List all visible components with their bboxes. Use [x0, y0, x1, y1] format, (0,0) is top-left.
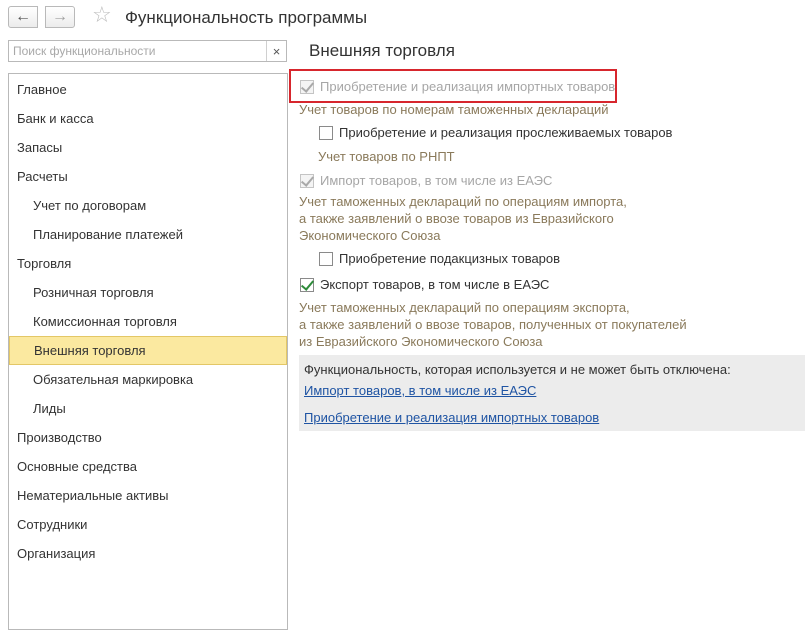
locked-features-panel: Функциональность, которая используется и…: [299, 355, 805, 431]
sidebar-item[interactable]: Лиды: [9, 394, 287, 423]
back-button[interactable]: ←: [8, 6, 38, 28]
sidebar-item[interactable]: Учет по договорам: [9, 191, 287, 220]
option-hint-line: Учет таможенных деклараций по операциям …: [299, 300, 630, 315]
sidebar-item[interactable]: Торговля: [9, 249, 287, 278]
option-label: Приобретение подакцизных товаров: [339, 251, 561, 266]
sections-list: Главное Банк и касса Запасы Расчеты Учет по …: [8, 73, 288, 630]
sidebar-item[interactable]: Сотрудники: [9, 510, 287, 539]
sidebar-item[interactable]: Розничная торговля: [9, 278, 287, 307]
sidebar-item[interactable]: Запасы: [9, 133, 287, 162]
sidebar-item[interactable]: Главное: [9, 75, 287, 104]
sidebar-item[interactable]: Расчеты: [9, 162, 287, 191]
option-traceable-goods[interactable]: Приобретение и реализация прослеживаемых…: [319, 125, 672, 140]
option-hint: Учет товаров по РНПТ: [318, 149, 455, 164]
arrow-right-icon: →: [52, 8, 68, 25]
option-hint-line: из Евразийского Экономического Союза: [299, 334, 543, 349]
forward-button[interactable]: →: [45, 6, 75, 28]
arrow-left-icon: ←: [15, 8, 31, 25]
checkbox-import-eaeu[interactable]: [300, 173, 314, 188]
section-title: Внешняя торговля: [309, 41, 455, 60]
option-label: Экспорт товаров, в том числе в ЕАЭС: [320, 277, 550, 292]
checkbox-export-eaeu[interactable]: [300, 277, 314, 292]
option-import-goods[interactable]: Приобретение и реализация импортных това…: [300, 79, 615, 94]
sidebar-item[interactable]: Обязательная маркировка: [9, 365, 287, 394]
sidebar-item[interactable]: Комиссионная торговля: [9, 307, 287, 336]
window-title: Функциональность программы: [125, 8, 368, 27]
sidebar-item[interactable]: Производство: [9, 423, 287, 452]
option-hint: Учет товаров по номерам таможенных декла…: [299, 102, 609, 117]
search-field[interactable]: ×: [8, 40, 287, 62]
favorite-star-icon[interactable]: ☆: [92, 4, 112, 26]
link-import-eaeu[interactable]: Импорт товаров, в том числе из ЕАЭС: [304, 383, 536, 398]
option-hint-line: а также заявлений о ввозе товаров из Евр…: [299, 211, 614, 226]
option-hint-line: Экономического Союза: [299, 228, 441, 243]
option-label: Приобретение и реализация прослеживаемых…: [339, 125, 673, 140]
option-hint-line: Учет таможенных деклараций по операциям …: [299, 194, 627, 209]
sidebar-item[interactable]: Банк и касса: [9, 104, 287, 133]
sidebar-item[interactable]: Планирование платежей: [9, 220, 287, 249]
option-label: Приобретение и реализация импортных това…: [320, 79, 616, 94]
checkbox-traceable-goods[interactable]: [319, 125, 333, 140]
link-import-goods[interactable]: Приобретение и реализация импортных това…: [304, 410, 599, 425]
option-export-eaeu[interactable]: Экспорт товаров, в том числе в ЕАЭС: [300, 277, 549, 292]
sidebar-item[interactable]: Внешняя торговля: [9, 336, 287, 365]
checkbox-import-goods[interactable]: [300, 79, 314, 94]
option-hint-line: а также заявлений о ввозе товаров, получ…: [299, 317, 687, 332]
clear-icon[interactable]: ×: [266, 41, 286, 61]
sidebar-item[interactable]: Организация: [9, 539, 287, 568]
sidebar-item[interactable]: Нематериальные активы: [9, 481, 287, 510]
option-import-eaeu[interactable]: Импорт товаров, в том числе из ЕАЭС: [300, 173, 552, 188]
search-input[interactable]: [9, 41, 263, 61]
checkbox-excise-goods[interactable]: [319, 251, 333, 266]
option-label: Импорт товаров, в том числе из ЕАЭС: [320, 173, 553, 188]
locked-features-title: Функциональность, которая используется и…: [304, 362, 731, 377]
option-excise-goods[interactable]: Приобретение подакцизных товаров: [319, 251, 560, 266]
sidebar-item[interactable]: Основные средства: [9, 452, 287, 481]
